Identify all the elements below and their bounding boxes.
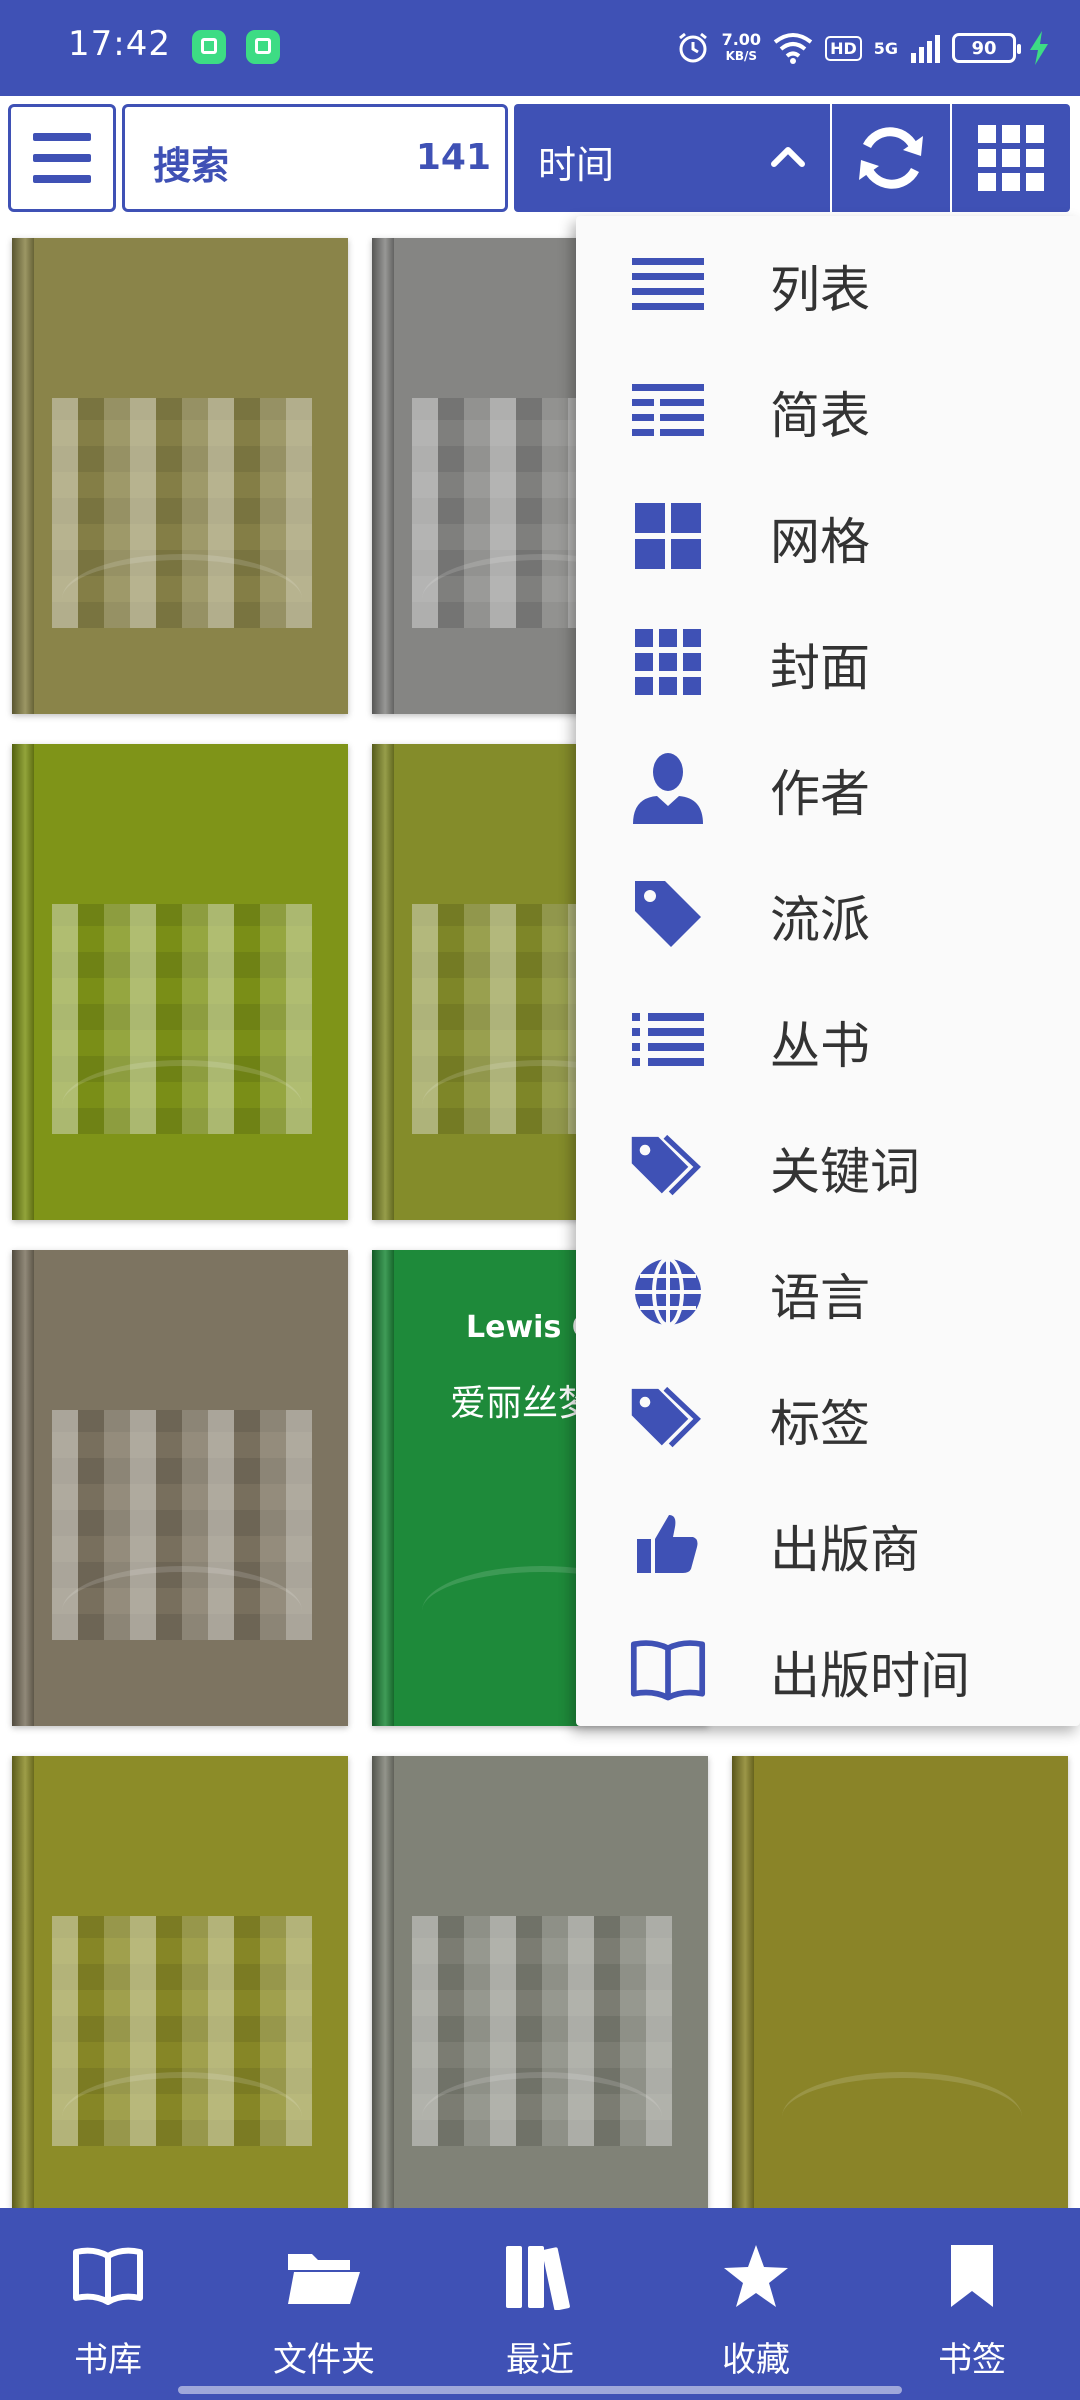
thumbs-up-icon — [630, 1506, 706, 1582]
open-book-icon — [630, 1632, 706, 1708]
books-shelf-icon — [502, 2238, 578, 2314]
menu-item-label: 丛书 — [770, 1017, 870, 1075]
menu-item-keywords[interactable]: 关键词 — [576, 1098, 1080, 1224]
tags-icon — [630, 1128, 706, 1204]
signal-5g-label: 5G — [873, 38, 898, 58]
alarm-icon — [678, 32, 707, 63]
menu-item-tags[interactable]: 标签 — [576, 1350, 1080, 1476]
nav-recent[interactable]: 最近 — [432, 2208, 648, 2400]
bookmark-icon — [934, 2238, 1010, 2314]
grid-view-icon — [978, 125, 1044, 191]
book-count: 141 — [415, 137, 491, 178]
net-speed-value: 7.00 — [721, 30, 762, 49]
nav-label: 收藏 — [722, 2340, 790, 2380]
open-book-icon — [70, 2238, 146, 2314]
grid-large-icon — [630, 498, 706, 574]
toolbar: 搜索 141 时间 — [0, 96, 1080, 220]
grid-small-icon — [630, 624, 706, 700]
status-bar: 17:42 7.00 KB/S HD 5G 90 — [0, 0, 1080, 96]
nav-bookmarks[interactable]: 书签 — [864, 2208, 1080, 2400]
menu-item-publish-date[interactable]: 出版时间 — [576, 1602, 1080, 1728]
signal-bars-icon — [911, 35, 940, 63]
menu-item-series[interactable]: 丛书 — [576, 972, 1080, 1098]
menu-item-label: 出版商 — [770, 1521, 920, 1579]
book-cover[interactable] — [732, 1756, 1068, 2208]
nav-label: 书库 — [74, 2340, 142, 2380]
search-field[interactable]: 搜索 141 — [122, 104, 508, 212]
chevron-up-icon — [771, 147, 805, 167]
battery-indicator: 90 — [952, 33, 1021, 63]
menu-item-grid[interactable]: 网格 — [576, 468, 1080, 594]
status-time: 17:42 — [68, 24, 171, 64]
folder-icon — [286, 2238, 362, 2314]
menu-item-cover[interactable]: 封面 — [576, 594, 1080, 720]
network-speed: 7.00 KB/S — [722, 32, 761, 64]
person-icon — [630, 750, 706, 826]
nav-label: 最近 — [506, 2340, 574, 2380]
star-icon — [718, 2238, 794, 2314]
list-lines-icon — [630, 246, 706, 322]
menu-item-label: 流派 — [770, 891, 870, 949]
net-speed-unit: KB/S — [725, 49, 758, 63]
menu-item-label: 标签 — [770, 1395, 870, 1453]
menu-item-compact-list[interactable]: 简表 — [576, 342, 1080, 468]
sort-dropdown[interactable]: 时间 — [514, 104, 830, 212]
bottom-navigation: 书库 文件夹 最近 收藏 书签 — [0, 2208, 1080, 2400]
book-cover[interactable] — [12, 1250, 348, 1726]
battery-saver-notification-icon — [246, 30, 280, 64]
wifi-icon — [773, 33, 813, 64]
gesture-bar[interactable] — [178, 2386, 902, 2394]
group-by-menu: 列表 简表 网格 封面 作者 流派 丛书 关键词 语言 标签 出版商 出版时间 — [576, 216, 1080, 1726]
tag-icon — [630, 876, 706, 952]
book-cover[interactable] — [12, 238, 348, 714]
menu-item-label: 列表 — [770, 261, 870, 319]
sort-label: 时间 — [538, 143, 615, 187]
menu-item-label: 封面 — [770, 639, 870, 697]
nav-favorites[interactable]: 收藏 — [648, 2208, 864, 2400]
menu-item-label: 网格 — [770, 513, 870, 571]
menu-item-label: 作者 — [770, 765, 870, 823]
message-notification-icon — [192, 30, 226, 64]
menu-item-label: 语言 — [770, 1269, 870, 1327]
status-indicators: 7.00 KB/S HD 5G 90 — [676, 26, 1050, 70]
menu-item-label: 出版时间 — [770, 1647, 970, 1705]
tags-icon — [630, 1380, 706, 1456]
menu-item-language[interactable]: 语言 — [576, 1224, 1080, 1350]
nav-label: 书签 — [938, 2340, 1006, 2380]
book-cover[interactable] — [372, 1756, 708, 2208]
refresh-button[interactable] — [832, 104, 950, 212]
nav-label: 文件夹 — [273, 2340, 375, 2380]
bulleted-list-icon — [630, 1002, 706, 1078]
view-mode-button[interactable] — [952, 104, 1070, 212]
book-cover[interactable] — [12, 1756, 348, 2208]
search-label: 搜索 — [153, 144, 230, 188]
nav-library[interactable]: 书库 — [0, 2208, 216, 2400]
menu-item-author[interactable]: 作者 — [576, 720, 1080, 846]
nav-folders[interactable]: 文件夹 — [216, 2208, 432, 2400]
hd-badge: HD — [825, 35, 862, 61]
menu-item-label: 关键词 — [770, 1143, 920, 1201]
refresh-icon — [859, 127, 923, 189]
menu-item-label: 简表 — [770, 387, 870, 445]
book-cover[interactable] — [12, 744, 348, 1220]
menu-item-publisher[interactable]: 出版商 — [576, 1476, 1080, 1602]
menu-item-genre[interactable]: 流派 — [576, 846, 1080, 972]
globe-icon — [630, 1254, 706, 1330]
hamburger-icon — [33, 133, 91, 183]
hamburger-menu-button[interactable] — [8, 104, 116, 212]
menu-item-list[interactable]: 列表 — [576, 216, 1080, 342]
charging-bolt-icon — [1030, 31, 1048, 65]
compact-list-icon — [630, 372, 706, 448]
